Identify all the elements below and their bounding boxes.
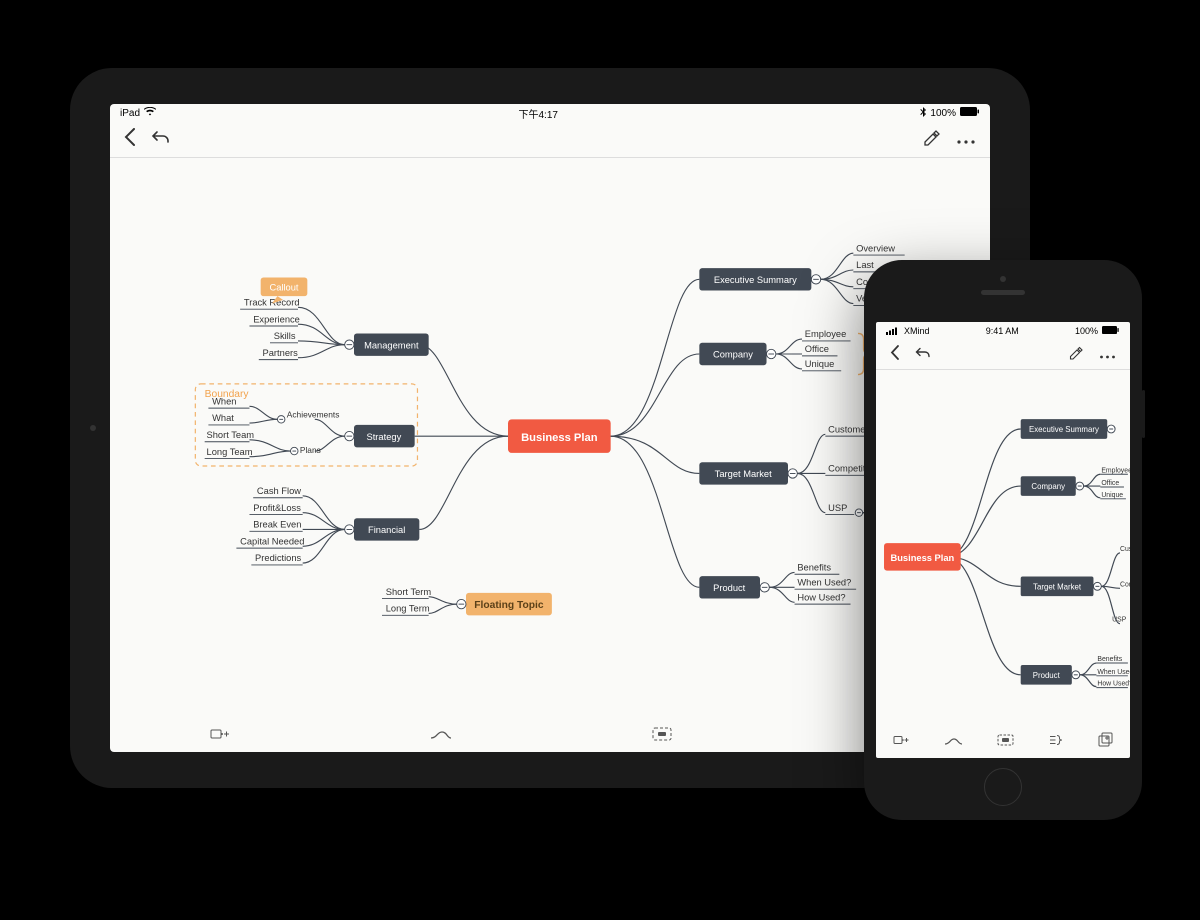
iphone-home-button[interactable] (984, 768, 1022, 806)
svg-text:Unique[interactable]: Unique (1101, 492, 1123, 499)
svg-text:Company: Company (713, 350, 753, 360)
add-topic-icon[interactable] (210, 727, 230, 744)
svg-text:Floating Topic: Floating Topic (474, 600, 544, 611)
ipad-camera (90, 425, 96, 431)
back-icon[interactable] (124, 128, 135, 151)
svg-text:Business Plan: Business Plan (890, 553, 954, 563)
ipad-screen: iPad 下午4:17 100% (110, 104, 990, 752)
iphone-more-icon[interactable] (1099, 346, 1116, 364)
svg-text:Experience[interactable]: Experience (253, 314, 300, 324)
svg-text:Profit&Loss[interactable]: Profit&Loss (253, 503, 301, 513)
svg-text:Compe: Compe (1120, 581, 1130, 588)
svg-text:Custo: Custo (1120, 546, 1130, 553)
svg-text:Cash Flow[interactable]: Cash Flow (257, 486, 301, 496)
svg-text:Office[interactable]: Office (1101, 480, 1119, 487)
iphone-add-sheet-icon[interactable] (1098, 732, 1113, 750)
svg-text:Long Term[interactable]: Long Term (386, 604, 430, 614)
svg-text:Skills[interactable]: Skills (274, 331, 296, 341)
iphone-format-icon[interactable] (1068, 345, 1083, 365)
svg-text:Plans[interactable]: Plans (300, 445, 321, 455)
center-label: Business Plan (521, 432, 598, 444)
svg-text:How Used?[interactable]: How Used? (797, 592, 845, 602)
more-icon[interactable] (956, 131, 976, 149)
svg-text:Benefits[interactable]: Benefits (797, 563, 831, 573)
iphone-summary-icon[interactable] (1049, 733, 1064, 749)
svg-text:Achievements[interactable]: Achievements (287, 409, 340, 419)
format-icon[interactable] (922, 128, 940, 151)
iphone-speaker (981, 290, 1025, 295)
svg-text:How Used?[interactable]: How Used? (1097, 681, 1130, 688)
ipad-status-bar: iPad 下午4:17 100% (110, 104, 990, 122)
svg-text:Target Market: Target Market (1033, 582, 1082, 591)
svg-text:Capital Needed[interactable]: Capital Needed (240, 536, 304, 546)
app-toolbar (110, 122, 990, 158)
svg-text:What[interactable]: What (212, 413, 234, 423)
iphone-device: XMind 9:41 AM 100% (864, 260, 1142, 820)
svg-text:Strategy: Strategy (366, 432, 401, 442)
svg-text:Office[interactable]: Office (805, 344, 829, 354)
iphone-status-bar: XMind 9:41 AM 100% (876, 322, 1130, 340)
boundary-icon[interactable] (652, 727, 672, 744)
svg-text:Target Market: Target Market (715, 469, 772, 479)
iphone-mindmap-svg: Business Plan Executive Summary Company … (876, 370, 1130, 724)
signal-icon (886, 326, 900, 337)
svg-text:Financial: Financial (368, 525, 405, 535)
iphone-time-label: 9:41 AM (986, 326, 1019, 336)
svg-text:Product: Product (1033, 671, 1061, 680)
svg-text:Partners[interactable]: Partners (263, 348, 299, 358)
svg-text:Management: Management (364, 340, 419, 350)
iphone-bottom-toolbar (876, 724, 1130, 758)
iphone-boundary-icon[interactable] (997, 733, 1014, 749)
svg-text:Callout: Callout (269, 283, 298, 293)
mindmap-canvas[interactable]: Business Plan Management Track Record Ex… (110, 158, 990, 718)
svg-text:Executive Summary: Executive Summary (714, 275, 797, 285)
svg-text:Employee[interactable]: Employee (805, 329, 846, 339)
svg-text:USP[interactable]: USP (828, 503, 847, 513)
ipad-bottom-toolbar (110, 718, 990, 752)
iphone-battery-label: 100% (1075, 326, 1098, 336)
svg-text:Break Even[interactable]: Break Even (253, 520, 301, 530)
battery-icon (960, 107, 980, 119)
svg-text:Overview[interactable]: Overview (856, 243, 895, 253)
iphone-relationship-icon[interactable] (944, 733, 963, 749)
svg-text:Short Term[interactable]: Short Term (386, 587, 432, 597)
svg-text:Benefits[interactable]: Benefits (1097, 656, 1122, 663)
iphone-back-icon[interactable] (890, 345, 899, 365)
svg-text:Company: Company (1031, 482, 1065, 491)
iphone-undo-icon[interactable] (915, 346, 932, 364)
iphone-battery-icon (1102, 326, 1120, 336)
svg-text:Unique[interactable]: Unique (805, 359, 835, 369)
iphone-app-toolbar (876, 340, 1130, 370)
svg-text:Long Team[interactable]: Long Team (207, 447, 253, 457)
iphone-add-topic-icon[interactable] (893, 733, 910, 749)
iphone-screen: XMind 9:41 AM 100% (876, 322, 1130, 758)
app-name-label: XMind (904, 326, 930, 336)
iphone-side-button[interactable] (1142, 390, 1145, 438)
mindmap-svg: Business Plan Management Track Record Ex… (110, 158, 990, 718)
time-label: 下午4:17 (518, 106, 557, 121)
bluetooth-icon (920, 107, 926, 120)
svg-text:Track Record[interactable]: Track Record (244, 297, 300, 307)
svg-text:Executive Summary: Executive Summary (1029, 425, 1099, 434)
svg-text:USP[interactable]: USP (1112, 617, 1127, 624)
svg-text:Product: Product (713, 583, 746, 593)
wifi-icon (144, 107, 156, 119)
undo-icon[interactable] (151, 129, 171, 150)
svg-text:When Used?[interactable]: When Used? (797, 577, 851, 587)
svg-text:Employee[interactable]: Employee (1101, 467, 1130, 474)
svg-text:Short Team[interactable]: Short Team (207, 430, 255, 440)
svg-text:When[interactable]: When (212, 396, 236, 406)
svg-text:When Used?[interactable]: When Used? (1097, 669, 1130, 676)
svg-text:Predictions[interactable]: Predictions (255, 553, 301, 563)
iphone-camera (1000, 276, 1006, 282)
relationship-icon[interactable] (430, 727, 452, 743)
iphone-mindmap-canvas[interactable]: Business Plan Executive Summary Company … (876, 370, 1130, 724)
battery-label: 100% (930, 108, 956, 119)
svg-text:Last[interactable]: Last (856, 260, 874, 270)
carrier-label: iPad (120, 108, 140, 119)
